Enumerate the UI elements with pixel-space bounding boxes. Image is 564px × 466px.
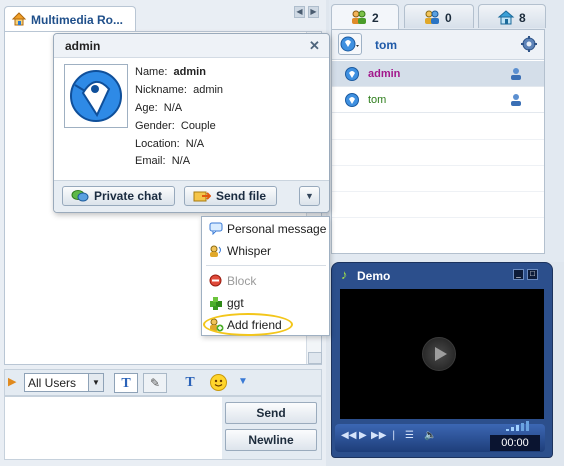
- user-row-admin[interactable]: admin: [332, 61, 544, 87]
- avatar: [64, 64, 128, 128]
- profile-email-field: Email: N/A: [135, 155, 191, 167]
- volume-level-icon[interactable]: [506, 420, 536, 434]
- tab-all-rooms[interactable]: 8: [478, 4, 546, 28]
- room-users-icon: [423, 9, 441, 28]
- users-count: 2: [372, 11, 379, 25]
- user-profile-icon[interactable]: [509, 67, 523, 84]
- audience-value: All Users: [28, 376, 77, 390]
- user-name: admin: [368, 68, 401, 80]
- bird-avatar-icon: [344, 92, 360, 111]
- toolbar-arrow-icon: ▶: [8, 376, 17, 388]
- home-icon: [11, 11, 27, 30]
- profile-username: admin: [65, 39, 101, 53]
- current-user-name: tom: [375, 38, 397, 52]
- home-icon: [497, 9, 515, 28]
- room-title: Multimedia Ro...: [31, 13, 124, 27]
- menu-item-ggt[interactable]: ggt: [206, 293, 326, 313]
- more-options-icon[interactable]: ▼: [238, 376, 248, 387]
- forward-icon[interactable]: ▶▶: [371, 430, 386, 441]
- send-file-button[interactable]: Send file: [184, 186, 277, 206]
- profile-age-field: Age: N/A: [135, 102, 183, 114]
- maximize-button[interactable]: □: [527, 269, 538, 280]
- chat-bubble-icon: [71, 189, 89, 208]
- list-divider: [332, 191, 544, 192]
- user-row-tom[interactable]: tom: [332, 87, 544, 113]
- separator-icon: |: [392, 430, 396, 441]
- highlight-ellipse: [203, 313, 293, 336]
- profile-nickname-field: Nickname: admin: [135, 84, 224, 96]
- more-actions-button[interactable]: ▼: [299, 186, 320, 206]
- music-note-icon: ♪: [341, 267, 348, 282]
- send-button[interactable]: Send: [225, 402, 317, 424]
- player-title-bar: ♪ Demo: [341, 266, 541, 286]
- audience-select[interactable]: All Users ▼: [24, 373, 104, 392]
- list-divider: [332, 217, 544, 218]
- puzzle-icon: [209, 296, 224, 314]
- menu-item-block[interactable]: Block: [206, 271, 326, 291]
- message-input[interactable]: [4, 396, 226, 460]
- menu-item-whisper[interactable]: Whisper: [206, 241, 326, 261]
- profile-location-field: Location: N/A: [135, 138, 205, 150]
- menu-item-personal-message[interactable]: Personal message: [206, 219, 326, 239]
- users-icon: [350, 9, 368, 28]
- time-display: 00:00: [490, 435, 540, 451]
- room-users-count: 0: [445, 11, 452, 25]
- send-file-icon: [193, 189, 212, 208]
- scrollbar-thumb[interactable]: [308, 352, 322, 364]
- menu-divider: [206, 265, 326, 266]
- tab-scroll-left-button[interactable]: ◀: [294, 6, 305, 18]
- private-chat-button[interactable]: Private chat: [62, 186, 175, 206]
- rooms-count: 8: [519, 11, 526, 25]
- bird-avatar-icon: [344, 66, 360, 85]
- play-icon[interactable]: ▶: [359, 430, 367, 441]
- playlist-icon[interactable]: ☰: [405, 430, 414, 441]
- minimize-button[interactable]: _: [513, 269, 524, 280]
- tab-room[interactable]: Multimedia Ro...: [4, 6, 136, 32]
- chevron-down-icon[interactable]: ▼: [88, 374, 103, 391]
- pen-icon[interactable]: ✎: [143, 373, 167, 393]
- play-button[interactable]: [422, 337, 456, 371]
- newline-button[interactable]: Newline: [225, 429, 317, 451]
- list-divider: [332, 139, 544, 140]
- tab-scroll-right-button[interactable]: ▶: [308, 6, 319, 18]
- tab-users[interactable]: 2: [331, 4, 399, 30]
- user-profile-icon[interactable]: [509, 93, 523, 110]
- profile-gender-field: Gender: Couple: [135, 120, 216, 132]
- player-title: Demo: [357, 269, 391, 283]
- block-icon: [209, 274, 222, 290]
- user-name: tom: [368, 94, 387, 106]
- rewind-icon[interactable]: ◀◀: [341, 430, 356, 441]
- gear-icon[interactable]: [521, 36, 537, 52]
- close-icon[interactable]: ✕: [309, 38, 320, 54]
- status-button[interactable]: [338, 33, 362, 55]
- volume-icon[interactable]: 🔈: [424, 430, 436, 441]
- text-format-button[interactable]: T: [114, 373, 138, 393]
- user-list-header: [332, 30, 544, 60]
- message-icon: [209, 222, 223, 238]
- tab-room-users[interactable]: 0: [404, 4, 474, 28]
- list-divider: [332, 165, 544, 166]
- profile-name-field: Name: admin: [135, 66, 206, 78]
- whisper-icon: [209, 244, 224, 261]
- font-button[interactable]: T: [178, 373, 202, 393]
- smiley-icon[interactable]: [210, 374, 227, 391]
